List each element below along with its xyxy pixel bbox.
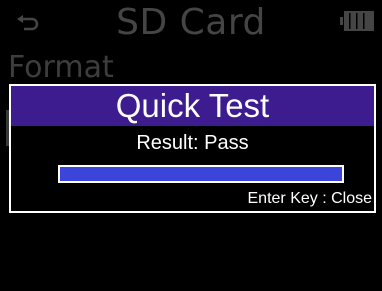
- screen-title: SD Card: [116, 2, 266, 43]
- device-screen: SD Card Format Quick Test Result: Pass E…: [0, 0, 382, 291]
- progress-bar: [58, 165, 344, 183]
- close-hint: Enter Key : Close: [247, 190, 373, 207]
- dialog-header: Quick Test: [11, 86, 374, 126]
- menu-item-format[interactable]: Format: [8, 50, 114, 84]
- quick-test-dialog: Quick Test Result: Pass Enter Key : Clos…: [9, 84, 376, 213]
- battery-icon: [340, 11, 374, 31]
- dialog-title: Quick Test: [115, 87, 270, 124]
- result-text: Result: Pass: [136, 132, 249, 154]
- progress-fill: [60, 167, 342, 181]
